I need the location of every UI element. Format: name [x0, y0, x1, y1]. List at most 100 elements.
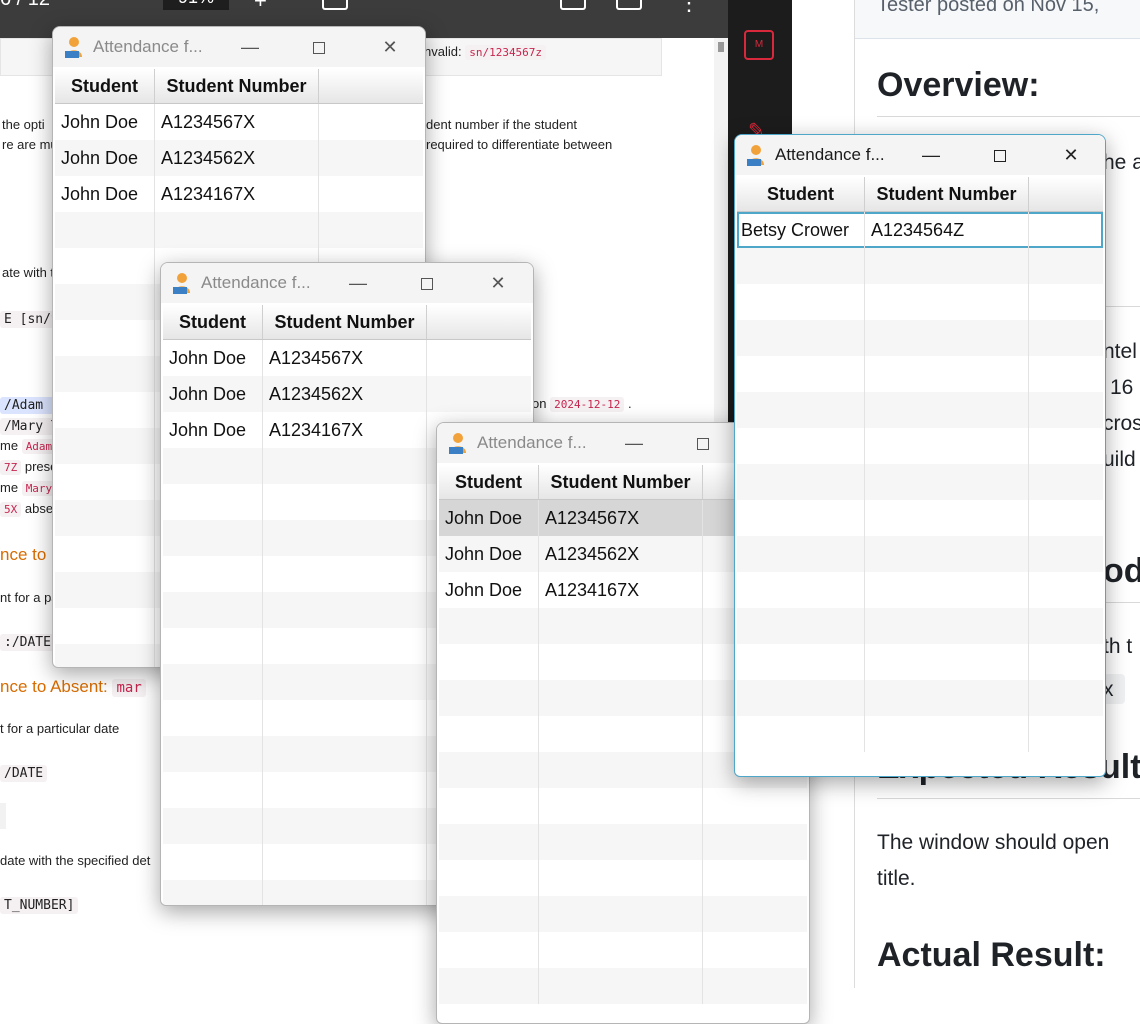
download-icon[interactable] — [616, 0, 642, 10]
code-snippet: /DATE — [0, 765, 48, 782]
empty-row — [439, 896, 807, 932]
cell-student[interactable]: John Doe — [163, 376, 263, 412]
empty-cell — [865, 680, 1029, 716]
maximize-button[interactable] — [305, 33, 333, 61]
column-header-student-number[interactable]: Student Number — [155, 69, 319, 103]
table-row[interactable]: John Doe A1234562X — [55, 140, 423, 176]
empty-row — [439, 860, 807, 896]
scrollbar-thumb[interactable] — [718, 42, 724, 52]
body-text: th t — [1103, 635, 1133, 658]
column-header-student[interactable]: Student — [737, 177, 865, 211]
maximize-button[interactable] — [413, 269, 441, 297]
empty-row — [737, 680, 1103, 716]
empty-cell — [155, 212, 319, 248]
column-header-student[interactable]: Student — [55, 69, 155, 103]
cell-student-number[interactable]: A1234567X — [539, 500, 703, 536]
cell-student-number[interactable]: A1234564Z — [865, 212, 1029, 248]
column-header-student-number[interactable]: Student Number — [865, 177, 1029, 211]
cell-student[interactable]: John Doe — [55, 140, 155, 176]
doc-line: t for a particular date — [0, 721, 120, 736]
empty-cell — [439, 752, 539, 788]
cell-student[interactable]: John Doe — [439, 572, 539, 608]
cell-student-number[interactable]: A1234167X — [155, 176, 319, 212]
doc-line: me Mary — [0, 480, 57, 496]
empty-cell — [263, 520, 427, 556]
app-icon — [173, 273, 190, 294]
attendance-window-4[interactable]: Attendance f... — ✕ Student Student Numb… — [734, 134, 1106, 777]
empty-cell — [55, 248, 155, 284]
column-header-student-number[interactable]: Student Number — [539, 465, 703, 499]
empty-cell — [263, 628, 427, 664]
table-row[interactable]: John Doe A1234167X — [55, 176, 423, 212]
cell-student-number[interactable]: A1234562X — [263, 376, 427, 412]
zoom-in-button[interactable]: + — [254, 0, 267, 14]
attendance-table[interactable]: Student Student Number Betsy Crower A123… — [737, 177, 1103, 774]
maximize-button[interactable] — [986, 141, 1014, 169]
code-snippet: mar — [112, 679, 146, 697]
column-header-student[interactable]: Student — [163, 305, 263, 339]
empty-row — [737, 428, 1103, 464]
maximize-button[interactable] — [689, 429, 717, 457]
cell-student-number[interactable]: A1234562X — [155, 140, 319, 176]
invalid-code: sn/1234567z — [465, 45, 547, 60]
empty-cell — [865, 464, 1029, 500]
minimize-button[interactable]: — — [236, 33, 264, 61]
table-row[interactable]: John Doe A1234567X — [163, 340, 531, 376]
minimize-button[interactable]: — — [344, 269, 372, 297]
column-header-student[interactable]: Student — [439, 465, 539, 499]
table-header: Student Student Number — [737, 177, 1103, 212]
empty-cell — [539, 680, 703, 716]
empty-cell — [55, 284, 155, 320]
empty-cell — [737, 356, 865, 392]
print-icon[interactable] — [560, 0, 586, 10]
doc-line: on 2024-12-12 . — [532, 396, 632, 412]
cell-student[interactable]: John Doe — [55, 104, 155, 140]
cell-student[interactable]: John Doe — [439, 536, 539, 572]
body-text: uild — [1103, 448, 1136, 471]
close-button[interactable]: ✕ — [484, 269, 512, 297]
empty-row — [737, 464, 1103, 500]
column-header-student-number[interactable]: Student Number — [263, 305, 427, 339]
doc-word: on — [532, 396, 547, 411]
minimize-button[interactable]: — — [917, 141, 945, 169]
cell-student[interactable]: Betsy Crower — [737, 212, 865, 248]
fit-page-icon[interactable] — [322, 0, 348, 10]
empty-cell — [163, 556, 263, 592]
empty-row — [737, 572, 1103, 608]
chip-icon[interactable]: M — [744, 30, 774, 60]
more-options-icon[interactable]: ⋮ — [678, 0, 700, 16]
window-titlebar[interactable]: Attendance f... — ✕ — [735, 135, 1105, 175]
empty-cell — [439, 608, 539, 644]
empty-cell — [263, 484, 427, 520]
cell-student[interactable]: John Doe — [439, 500, 539, 536]
cell-student[interactable]: John Doe — [55, 176, 155, 212]
minimize-button[interactable]: — — [620, 429, 648, 457]
table-row[interactable]: John Doe A1234562X — [163, 376, 531, 412]
cell-student[interactable]: John Doe — [163, 340, 263, 376]
zoom-level[interactable]: 91% — [163, 0, 229, 10]
divider — [877, 116, 1140, 117]
table-row[interactable]: John Doe A1234567X — [55, 104, 423, 140]
empty-cell — [539, 824, 703, 860]
close-button[interactable]: ✕ — [376, 33, 404, 61]
cell-student[interactable]: John Doe — [163, 412, 263, 448]
empty-cell — [737, 248, 865, 284]
empty-cell — [439, 716, 539, 752]
cell-student-number[interactable]: A1234167X — [539, 572, 703, 608]
empty-cell — [55, 320, 155, 356]
page-indicator[interactable]: 6 / 12 — [0, 0, 50, 11]
window-titlebar[interactable]: Attendance f... — ✕ — [161, 263, 533, 303]
window-titlebar[interactable]: Attendance f... — ✕ — [53, 27, 425, 67]
cell-student-number[interactable]: A1234567X — [155, 104, 319, 140]
doc-line: me Adam — [0, 438, 57, 454]
table-row-focused[interactable]: Betsy Crower A1234564Z — [737, 212, 1103, 248]
cell-student-number[interactable]: A1234567X — [263, 340, 427, 376]
body-text: title. — [877, 867, 916, 890]
empty-cell — [163, 880, 263, 905]
cell-student-number[interactable]: A1234167X — [263, 412, 427, 448]
code-snippet: 7Z — [0, 460, 22, 475]
cell-student-number[interactable]: A1234562X — [539, 536, 703, 572]
close-button[interactable]: ✕ — [1057, 141, 1085, 169]
empty-cell — [539, 860, 703, 896]
empty-cell — [737, 284, 865, 320]
